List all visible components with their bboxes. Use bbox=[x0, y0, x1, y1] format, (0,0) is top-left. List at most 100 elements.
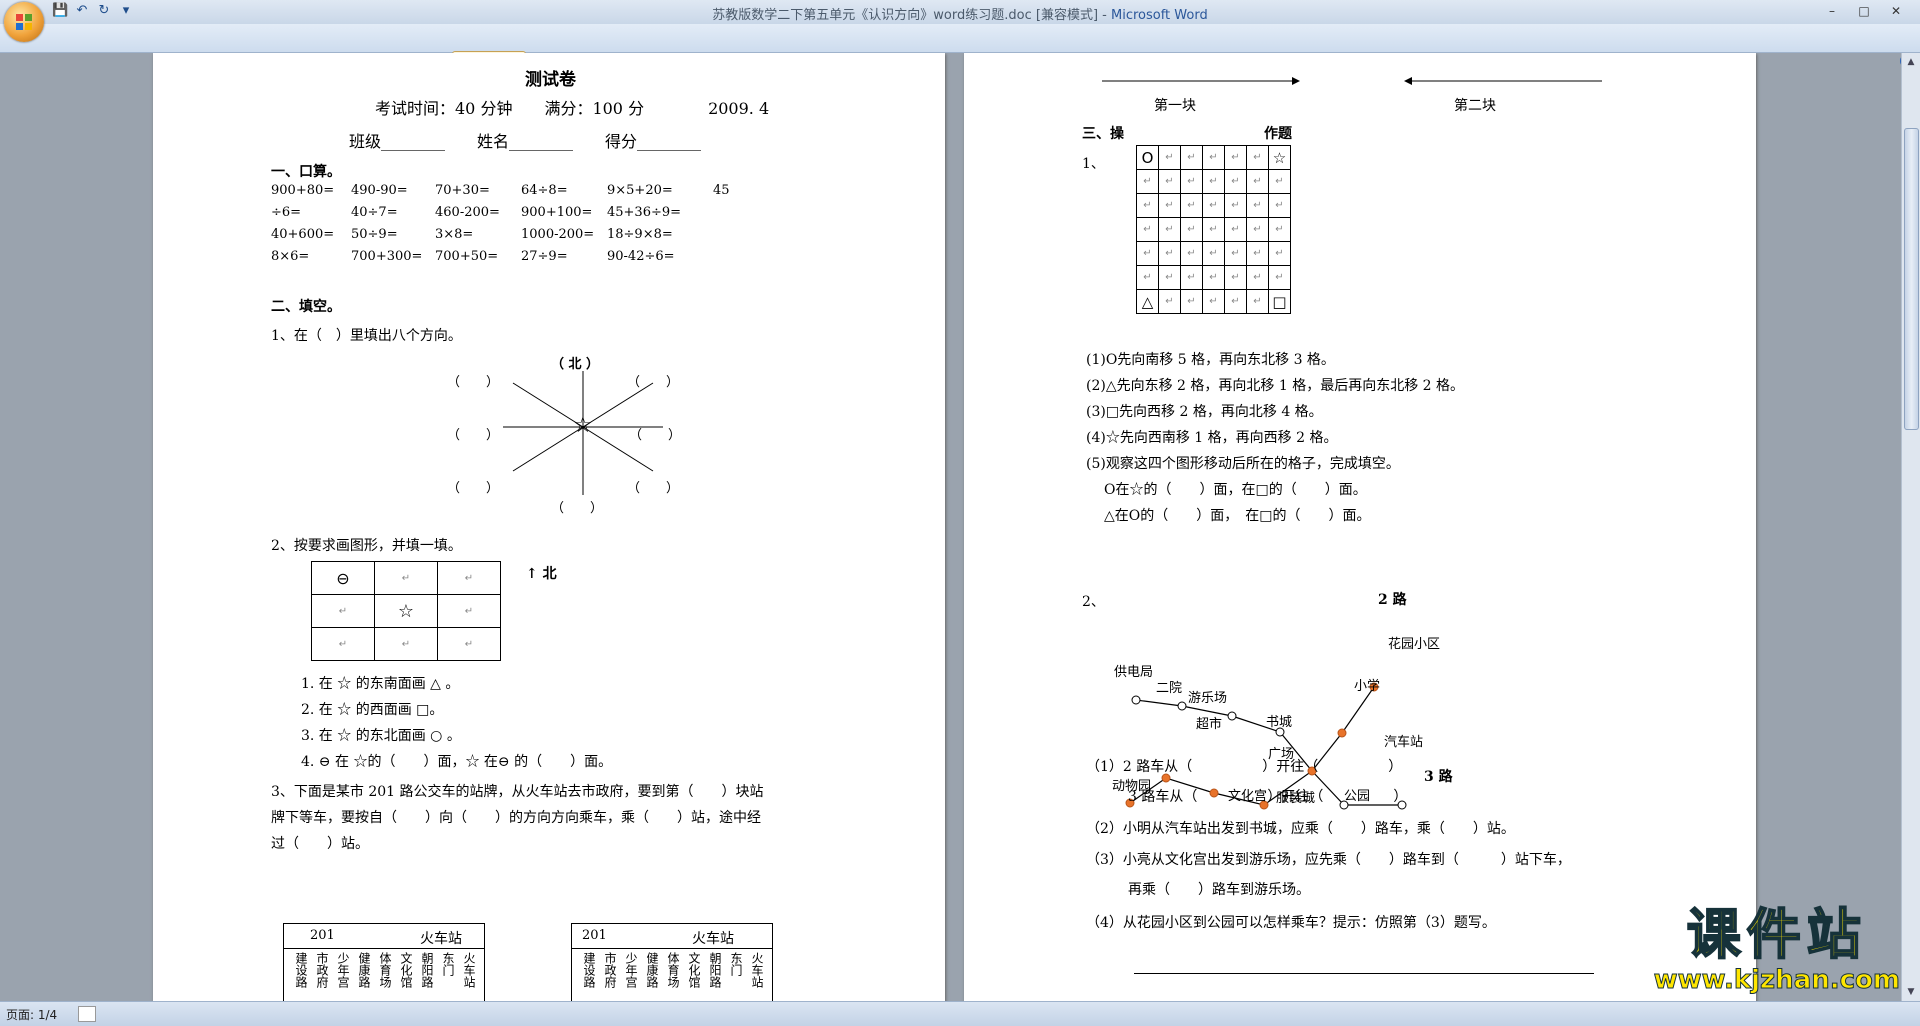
section-2-heading: 二、填空。 bbox=[271, 299, 341, 315]
bus-stop: 火车站 bbox=[462, 952, 476, 988]
grid-cell: ↵ bbox=[1268, 217, 1291, 242]
grid-cell: ↵ bbox=[1246, 217, 1269, 242]
q2-item: 3. 在 ☆ 的东北面画 ○ 。 bbox=[301, 728, 461, 744]
bus-stop: 少年宫 bbox=[336, 952, 350, 988]
grid-cell: ↵ bbox=[1224, 265, 1247, 290]
exam-info: 考试时间：40 分钟 满分：100 分 2009. 4 bbox=[375, 99, 770, 118]
grid-cell: ↵ bbox=[1180, 193, 1203, 218]
page-indicator[interactable]: 页面: 1/4 bbox=[6, 1006, 57, 1023]
direction-arrows bbox=[1102, 77, 1602, 85]
q2-text: 2、按要求画图形，并填一填。 bbox=[271, 538, 462, 554]
grid-cell: O bbox=[1136, 145, 1159, 170]
move-grid: O ↵ ↵ ↵ ↵ ↵ ☆ ↵ ↵ ↵ ↵ ↵ ↵ ↵ ↵ ↵ ↵ ↵ ↵ ↵ ↵ ↵ ↵ ↵ ↵ ↵ ↵ ↵ ↵ ↵ ↵ ↵ ↵ ↵ ↵ ↵ ↵ ↵ ↵ ↵… bbox=[1136, 145, 1291, 314]
instruction: △在O的（ ）面， 在□的（ ）面。 bbox=[1104, 508, 1371, 524]
calc-item: 900+100= bbox=[521, 205, 593, 220]
grid-cell: ↵ bbox=[1158, 265, 1181, 290]
vertical-scrollbar[interactable]: ▲ ▼ bbox=[1901, 53, 1920, 1001]
grid-cell: ↵ bbox=[1136, 217, 1159, 242]
watermark: 课件站 www.kjzhan.com bbox=[1653, 903, 1900, 996]
grid-cell: ↵ bbox=[1180, 169, 1203, 194]
bus-stop: 市政府 bbox=[315, 952, 329, 988]
p2-q1-label: 1、 bbox=[1082, 156, 1105, 172]
maximize-button[interactable]: □ bbox=[1848, 2, 1880, 20]
grid-cell: ☆ bbox=[1268, 145, 1291, 170]
q2-item: 2. 在 ☆ 的西面画 □。 bbox=[301, 702, 444, 718]
map-station-label: 超市 bbox=[1196, 717, 1223, 732]
bus-stop: 少年宫 bbox=[624, 952, 638, 988]
proofing-icon[interactable] bbox=[78, 1006, 96, 1022]
q1-text: 1、在（ ）里填出八个方向。 bbox=[271, 328, 462, 344]
page-title: 测试卷 bbox=[525, 70, 576, 90]
grid-cell: ↵ bbox=[1180, 265, 1203, 290]
calc-item: 50÷9= bbox=[351, 227, 398, 242]
grid-cell: ↵ bbox=[1136, 241, 1159, 266]
calc-item: 8×6= bbox=[271, 249, 310, 264]
route-3-label: 3 路 bbox=[1424, 769, 1453, 785]
calc-item: 9×5+20= bbox=[607, 183, 673, 198]
p2-q2-label: 2、 bbox=[1082, 594, 1105, 610]
bus-stop: 体育场 bbox=[666, 952, 680, 988]
answer-line: （1）2 路车从（ ）开往（ ） bbox=[1086, 759, 1403, 775]
calc-item: 90-42÷6= bbox=[607, 249, 675, 264]
bus-sign-2: 201 火车站 建设路 市政府 少年宫 健康路 体育场 文化馆 朝阳路 东门 火车站 bbox=[571, 923, 773, 1001]
bus-stop: 建设路 bbox=[294, 952, 308, 988]
bus-sign-1: 201 火车站 建设路 市政府 少年宫 健康路 体育场 文化馆 朝阳路 东门 火车站 bbox=[283, 923, 485, 1001]
grid-cell: ↵ bbox=[1268, 169, 1291, 194]
calc-item: 700+50= bbox=[435, 249, 499, 264]
dir-ne: （ ） bbox=[627, 375, 680, 390]
map-station-dot bbox=[1131, 695, 1141, 705]
window-title: 苏教版数学二下第五单元《认识方向》word练习题.doc [兼容模式] - Mi… bbox=[712, 8, 1208, 23]
bus-stop: 建设路 bbox=[582, 952, 596, 988]
scroll-up-icon[interactable]: ▲ bbox=[1904, 55, 1918, 69]
answer-line bbox=[1134, 973, 1594, 974]
grid-cell: ↵ bbox=[1202, 145, 1225, 170]
grid-cell: ↵ bbox=[1246, 169, 1269, 194]
map-station-label: 汽车站 bbox=[1384, 735, 1424, 750]
grid-cell: ↵ bbox=[1136, 193, 1159, 218]
grid-cell: ↵ bbox=[1180, 241, 1203, 266]
answer-line: 再乘（ ）路车到游乐场。 bbox=[1128, 882, 1310, 898]
q3-line: 牌下等车，要按自（ ）向（ ）的方向方向乘车，乘（ ）站，途中经 bbox=[271, 810, 761, 826]
grid-cell: ↵ bbox=[1246, 265, 1269, 290]
document-area[interactable]: 测试卷 考试时间：40 分钟 满分：100 分 2009. 4 班级______… bbox=[0, 53, 1900, 1001]
bus-stop: 市政府 bbox=[603, 952, 617, 988]
map-station-label: 游乐场 bbox=[1188, 691, 1228, 706]
calc-item: 45+36÷9= bbox=[607, 205, 682, 220]
grid-cell: ↵ bbox=[1224, 193, 1247, 218]
page-2: 第一块 第二块 三、操 作题 1、 O ↵ ↵ ↵ ↵ ↵ ☆ ↵ ↵ ↵ ↵ ↵ ↵ ↵ ↵ ↵ ↵ ↵ ↵ ↵ ↵ ↵… bbox=[964, 53, 1756, 1001]
grid-cell: ↵ bbox=[1224, 241, 1247, 266]
close-button[interactable]: ✕ bbox=[1880, 2, 1912, 20]
calc-item: 900+80= bbox=[271, 183, 335, 198]
calc-item: 490-90= bbox=[351, 183, 408, 198]
scroll-thumb[interactable] bbox=[1904, 128, 1919, 430]
calc-item: 70+30= bbox=[435, 183, 490, 198]
map-station-dot bbox=[1227, 711, 1237, 721]
answer-line: （2）小明从汽车站出发到书城，应乘（ ）路车，乘（ ）站。 bbox=[1086, 821, 1515, 837]
bus-stop: 朝阳路 bbox=[708, 952, 722, 988]
grid-cell: ↵ bbox=[1136, 265, 1159, 290]
grid-cell: ↵ bbox=[1246, 289, 1269, 314]
calc-item: ÷6= bbox=[271, 205, 302, 220]
bus-stop: 东门 bbox=[441, 952, 455, 976]
map-station-label: 二院 bbox=[1156, 681, 1183, 696]
office-button[interactable] bbox=[4, 2, 44, 42]
grid-cell: ↵ bbox=[1202, 265, 1225, 290]
minimize-button[interactable]: – bbox=[1816, 2, 1848, 20]
grid-cell: ↵ bbox=[1158, 217, 1181, 242]
q2-item: 1. 在 ☆ 的东南面画 △ 。 bbox=[301, 676, 460, 692]
bus-stop: 体育场 bbox=[378, 952, 392, 988]
bus-stop: 火车站 bbox=[750, 952, 764, 988]
map-station-label: 小学 bbox=[1354, 679, 1381, 694]
calc-item: 460-200= bbox=[435, 205, 500, 220]
section-3-heading: 三、操 作题 bbox=[1082, 126, 1292, 142]
calc-item: 700+300= bbox=[351, 249, 423, 264]
calc-item: 18÷9×8= bbox=[607, 227, 673, 242]
grid-cell: ↵ bbox=[1224, 169, 1247, 194]
grid-cell: ↵ bbox=[1202, 193, 1225, 218]
map-station-label: 花园小区 bbox=[1388, 637, 1441, 652]
grid-cell: ↵ bbox=[1180, 217, 1203, 242]
grid-cell: ↵ bbox=[1158, 169, 1181, 194]
grid-cell: ↵ bbox=[1158, 193, 1181, 218]
scroll-down-icon[interactable]: ▼ bbox=[1904, 985, 1918, 999]
title-bar: 💾 ↶ ↻ ▾ 苏教版数学二下第五单元《认识方向》word练习题.doc [兼容… bbox=[0, 0, 1920, 24]
